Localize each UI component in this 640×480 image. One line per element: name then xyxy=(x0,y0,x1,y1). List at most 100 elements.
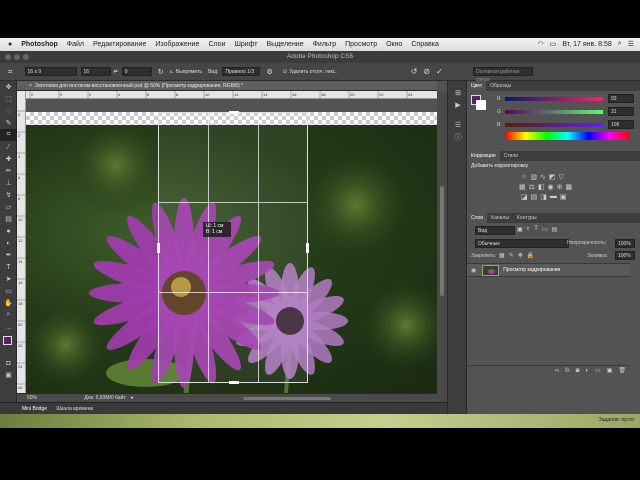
r-value[interactable]: 93 xyxy=(608,94,634,103)
menu-image[interactable]: Изображение xyxy=(155,41,199,48)
tab-timeline[interactable]: Шкала времени xyxy=(56,406,93,412)
tab-channels[interactable]: Каналы xyxy=(487,213,513,223)
blend-mode-select[interactable]: Обычные xyxy=(475,239,569,248)
hand-tool-icon[interactable]: ✋ xyxy=(0,297,17,309)
wifi-icon[interactable]: ◠ xyxy=(538,40,544,48)
r-slider[interactable] xyxy=(505,97,603,101)
tab-color[interactable]: Цвет xyxy=(467,81,487,91)
group-icon[interactable]: ▭ xyxy=(595,366,601,376)
tab-adjustments[interactable]: Коррекция xyxy=(467,151,500,161)
trash-icon[interactable]: 🗑 xyxy=(618,366,626,376)
vibrance-icon[interactable]: ▽ xyxy=(559,173,564,181)
visibility-eye-icon[interactable]: ◉ xyxy=(471,267,476,274)
close-tab-icon[interactable]: × xyxy=(29,83,32,89)
clone-stamp-icon[interactable]: ⊥ xyxy=(0,177,17,189)
lock-move-icon[interactable]: ✥ xyxy=(518,252,523,259)
close-icon[interactable] xyxy=(5,54,11,60)
history-brush-icon[interactable]: ↯ xyxy=(0,189,17,201)
menu-edit[interactable]: Редактирование xyxy=(93,41,146,48)
pixel-filter-icon[interactable]: ▣ xyxy=(517,226,523,233)
tab-styles[interactable]: Стили xyxy=(500,151,522,161)
crop-handle-bottom[interactable] xyxy=(229,381,239,384)
brightness-icon[interactable]: ☼ xyxy=(521,173,527,181)
threshold-icon[interactable]: ◨ xyxy=(540,193,547,201)
posterize-icon[interactable]: ▤ xyxy=(531,193,538,201)
color-lookup-icon[interactable]: ▩ xyxy=(566,183,573,191)
view-select[interactable]: Правило 1/3 xyxy=(222,67,261,76)
gradient-icon[interactable]: ▤ xyxy=(0,213,17,225)
invert-icon[interactable]: ◪ xyxy=(521,193,528,201)
properties-icon[interactable]: ☰ xyxy=(448,119,468,131)
menu-help[interactable]: Справка xyxy=(411,41,438,48)
zoom-icon[interactable] xyxy=(23,54,29,60)
gradient-map-icon[interactable]: ▬ xyxy=(550,193,557,201)
zoom-tool-icon[interactable]: ⌕ xyxy=(0,309,17,321)
menu-view[interactable]: Просмотр xyxy=(345,41,377,48)
bg-color[interactable] xyxy=(476,100,486,110)
crop-tool-icon[interactable]: ⌗ xyxy=(8,67,13,77)
type-filter-icon[interactable]: T xyxy=(534,226,538,233)
screen-mode-icon[interactable]: ▣ xyxy=(0,369,17,381)
fx-icon[interactable]: fx xyxy=(565,366,570,376)
crop-handle-top[interactable] xyxy=(229,111,239,114)
horizontal-scrollbar[interactable] xyxy=(243,397,331,400)
info-icon[interactable]: ⓘ xyxy=(448,131,468,143)
bw-icon[interactable]: ◧ xyxy=(538,183,545,191)
g-value[interactable]: 31 xyxy=(608,107,634,116)
lasso-tool-icon[interactable]: ◌ xyxy=(0,105,17,117)
delete-cropped-checkbox[interactable]: ☑ xyxy=(283,69,287,75)
menu-window[interactable]: Окно xyxy=(386,41,402,48)
mask-icon[interactable]: ◙ xyxy=(576,366,580,376)
apple-icon[interactable]: ● xyxy=(8,41,12,48)
path-select-icon[interactable]: ➤ xyxy=(0,273,17,285)
menu-type[interactable]: Шрифт xyxy=(234,41,257,48)
clock[interactable]: Вт, 17 янв. 8:58 xyxy=(562,41,611,48)
doc-info[interactable]: Док: 5,93М/0 байт xyxy=(84,395,125,401)
settings-gear-icon[interactable]: ⚙ xyxy=(266,68,272,76)
document-tab[interactable]: × Заготовка для инстагам-восстановленный.… xyxy=(17,81,437,91)
tab-paths[interactable]: Контуры xyxy=(513,213,541,223)
workspace-select[interactable]: Основная рабочая среда xyxy=(472,67,533,83)
menu-filter[interactable]: Фильтр xyxy=(313,41,337,48)
brush-tool-icon[interactable]: ✏ xyxy=(0,165,17,177)
crop-handle-right[interactable] xyxy=(306,243,309,253)
color-ramp[interactable] xyxy=(505,132,630,140)
straighten-label[interactable]: Выпрямить xyxy=(176,69,202,75)
menu-layers[interactable]: Слои xyxy=(208,41,225,48)
channel-mixer-icon[interactable]: ⊕ xyxy=(557,183,563,191)
ratio-select[interactable]: 16 x 9 xyxy=(24,67,77,76)
tab-swatches[interactable]: Образцы xyxy=(486,81,515,91)
app-menu[interactable]: Photoshop xyxy=(21,41,58,48)
move-tool-icon[interactable]: ✥ xyxy=(0,81,17,93)
cancel-icon[interactable]: ⊘ xyxy=(423,67,430,76)
ruler-vertical[interactable]: 0 2 4 6 8 10 12 14 16 18 20 22 24 26 xyxy=(17,91,26,393)
list-icon[interactable]: ☰ xyxy=(628,40,634,48)
pen-tool-icon[interactable]: ✒ xyxy=(0,249,17,261)
eyedropper-icon[interactable]: ⁄ xyxy=(0,141,17,153)
eraser-icon[interactable]: ▱ xyxy=(0,201,17,213)
reset-icon[interactable]: ↺ xyxy=(411,67,418,76)
g-slider[interactable] xyxy=(505,110,603,114)
menu-select[interactable]: Выделение xyxy=(267,41,304,48)
zoom-level[interactable]: 50% xyxy=(27,395,37,401)
new-layer-icon[interactable]: ▣ xyxy=(607,366,613,376)
b-value[interactable]: 106 xyxy=(608,120,634,129)
type-tool-icon[interactable]: T xyxy=(0,261,17,273)
vertical-scrollbar[interactable] xyxy=(437,91,447,402)
commit-icon[interactable]: ✓ xyxy=(436,67,443,76)
lock-all-icon[interactable]: 🔒 xyxy=(527,252,534,259)
color-balance-icon[interactable]: ⚖ xyxy=(529,183,535,191)
menu-file[interactable]: Файл xyxy=(67,41,84,48)
curves-icon[interactable]: ∿ xyxy=(540,173,546,181)
ruler-horizontal[interactable]: 2 0 2 4 6 8 10 12 14 16 18 20 22 24 xyxy=(26,91,437,99)
quick-mask-icon[interactable]: ◘ xyxy=(0,357,17,369)
crop-frame[interactable] xyxy=(157,111,309,384)
rotate-icon[interactable]: ↻ xyxy=(158,68,164,76)
shape-tool-icon[interactable]: ▭ xyxy=(0,285,17,297)
adjust-filter-icon[interactable]: ◐ xyxy=(527,226,531,233)
dodge-icon[interactable]: ◐ xyxy=(0,237,17,249)
battery-icon[interactable]: ▭ xyxy=(550,40,557,48)
quick-select-icon[interactable]: ✎ xyxy=(0,117,17,129)
search-icon[interactable]: ⌕ xyxy=(618,40,622,48)
opacity-field[interactable]: 100% xyxy=(615,239,635,248)
